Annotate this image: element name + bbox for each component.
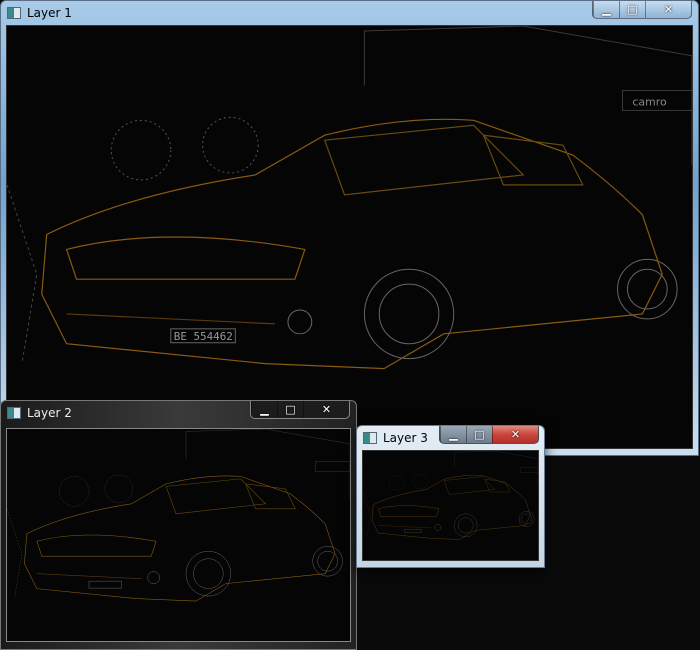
image-canvas: BE 554462 camro (6, 25, 693, 449)
app-icon (7, 407, 21, 419)
image-canvas (362, 450, 539, 561)
window-layer-3[interactable]: Layer 3 ▁ □ ✕ (356, 425, 545, 568)
app-icon (363, 432, 377, 444)
plate-text: BE 554462 (174, 330, 233, 343)
window-title: Layer 3 (383, 431, 428, 445)
window-title: Layer 1 (27, 6, 72, 20)
image-canvas (6, 428, 351, 642)
window-layer-2[interactable]: Layer 2 ▁ □ ✕ (0, 400, 357, 650)
sign-text: camro (632, 95, 667, 108)
close-button[interactable]: ✕ (492, 426, 538, 443)
minimize-button[interactable]: ▁ (251, 401, 277, 418)
close-button[interactable]: ✕ (303, 401, 349, 418)
maximize-button[interactable]: □ (619, 1, 645, 18)
window-layer-1[interactable]: Layer 1 ▁ □ ✕ BE 554462 camro (0, 0, 699, 456)
maximize-button[interactable]: □ (466, 426, 492, 443)
app-icon (7, 7, 21, 19)
close-button[interactable]: ✕ (645, 1, 691, 18)
minimize-button[interactable]: ▁ (593, 1, 619, 18)
window-title: Layer 2 (27, 406, 72, 420)
minimize-button[interactable]: ▁ (440, 426, 466, 443)
maximize-button[interactable]: □ (277, 401, 303, 418)
